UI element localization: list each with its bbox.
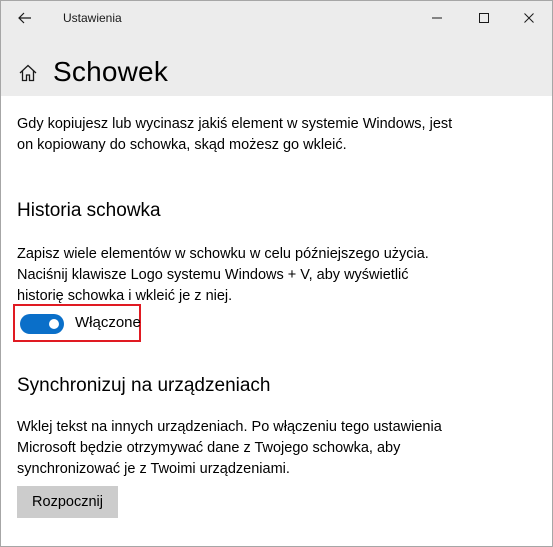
settings-window: Ustawienia Schowek Gdy kopiujesz lub wyc… — [0, 0, 553, 547]
maximize-button[interactable] — [461, 1, 507, 34]
intro-line: Gdy kopiujesz lub wycinasz jakiś element… — [17, 116, 453, 132]
intro-text: Gdy kopiujesz lub wycinasz jakiś element… — [17, 114, 452, 156]
sync-line: Wklej tekst na innych urządzeniach. Po w… — [17, 419, 442, 435]
toggle-knob — [49, 319, 59, 329]
history-toggle[interactable] — [20, 314, 64, 334]
title-bar: Ustawienia — [1, 1, 552, 34]
sync-section-title: Synchronizuj na urządzeniach — [17, 375, 271, 396]
history-description: Zapisz wiele elementów w schowku w celu … — [17, 244, 429, 307]
sync-line: synchronizować je z Twoimi urządzeniami. — [17, 461, 290, 477]
sync-line: Microsoft będzie otrzymywać dane z Twoje… — [17, 440, 401, 456]
back-button[interactable] — [7, 1, 43, 34]
history-line: Zapisz wiele elementów w schowku w celu … — [17, 246, 429, 262]
toggle-label: Włączone — [75, 314, 141, 331]
history-section-title: Historia schowka — [17, 200, 161, 221]
home-icon[interactable] — [18, 63, 38, 83]
start-sync-button[interactable]: Rozpocznij — [17, 486, 118, 518]
sync-description: Wklej tekst na innych urządzeniach. Po w… — [17, 417, 442, 480]
minimize-icon — [432, 17, 442, 18]
back-arrow-icon — [18, 12, 31, 23]
close-button[interactable] — [506, 1, 552, 34]
close-icon — [524, 12, 534, 23]
page-header: Schowek — [1, 34, 552, 96]
history-toggle-highlight: Włączone — [13, 304, 141, 342]
maximize-icon — [479, 12, 489, 23]
page-title: Schowek — [53, 56, 169, 87]
minimize-button[interactable] — [414, 1, 460, 34]
history-line: Naciśnij klawisze Logo systemu Windows +… — [17, 267, 409, 283]
window-title: Ustawienia — [63, 11, 122, 25]
intro-line: on kopiowany do schowka, skąd możesz go … — [17, 137, 347, 153]
